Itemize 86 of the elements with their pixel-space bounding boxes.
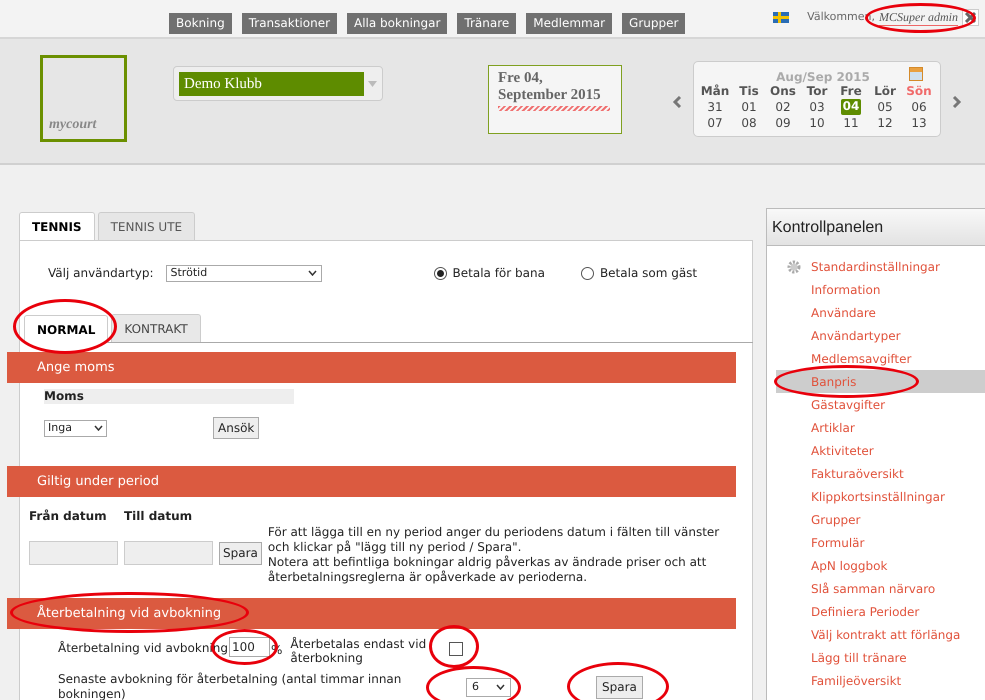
nav-tab[interactable]: Alla bokningar [347, 13, 448, 34]
date-text: Fre 04, [498, 70, 544, 87]
nav-tab[interactable]: Transaktioner [242, 13, 338, 34]
checkbox[interactable] [449, 642, 464, 656]
sidebar-item[interactable]: Slå samman närvaro [776, 577, 985, 600]
nav-tab[interactable]: Tränare [457, 13, 516, 34]
logo-text: mycourt [49, 116, 96, 134]
sidebar-item[interactable]: Definiera Perioder [776, 600, 985, 623]
chevron-icon [308, 270, 317, 276]
weekday-label: Tis [738, 83, 760, 99]
refund-input[interactable]: 100 [229, 637, 270, 657]
field-label: Till datum [124, 508, 192, 525]
save-button[interactable]: Spara [596, 676, 643, 698]
sidebar-item[interactable]: Grupper [776, 508, 985, 531]
sidebar-item[interactable]: Artiklar [776, 416, 985, 439]
court-tab[interactable]: TENNIS [19, 212, 95, 240]
club-select[interactable]: Demo Klubb [173, 66, 383, 101]
sidebar-item[interactable]: Användartyper [776, 324, 985, 347]
weekday-label: Tor [806, 84, 828, 99]
nav-tab[interactable]: Medlemmar [526, 13, 612, 34]
weekday-label: Mån [700, 83, 730, 99]
sidebar-item[interactable]: Medlemsavgifter [776, 347, 985, 370]
sidebar-item[interactable]: Lägg till tränare [776, 646, 985, 669]
save-button[interactable]: Spara [219, 542, 262, 564]
user-name-link[interactable]: MCSuper admin [879, 10, 958, 26]
nav-tab[interactable]: Grupper [622, 13, 686, 34]
chevron-icon [94, 425, 103, 431]
sidebar-title: Kontrollpanelen [767, 209, 985, 246]
chevron-icon [496, 684, 505, 690]
calendar-day[interactable]: 08 [741, 115, 757, 131]
sidebar-item[interactable]: Formulär [776, 531, 985, 554]
sidebar-item[interactable]: Fakturaöversikt [776, 462, 985, 485]
calendar-icon[interactable] [909, 67, 923, 81]
court-tab[interactable]: TENNIS UTE [98, 212, 196, 240]
radio-button[interactable] [434, 266, 447, 280]
sidebar-item[interactable]: Information [776, 278, 985, 301]
calendar-day[interactable]: 06 [911, 99, 927, 115]
calendar-title: Aug/Sep 2015 [776, 71, 870, 83]
weekday-label: Sön [905, 83, 933, 99]
calendar-day[interactable]: 10 [809, 115, 825, 131]
calendar-day[interactable]: 31 [707, 99, 723, 115]
sidebar-item[interactable]: Familjeöversikt [776, 669, 985, 692]
price-tab[interactable]: KONTRAKT [111, 314, 201, 342]
field-label: Återbetalas endast vid återbokning [290, 637, 428, 665]
sidebar-item[interactable]: Välj kontrakt att förlänga [776, 623, 985, 646]
calendar-day[interactable]: 07 [707, 115, 723, 131]
gear-icon [787, 260, 801, 274]
calendar-day[interactable]: 11 [843, 115, 859, 131]
calendar-day[interactable]: 05 [877, 99, 893, 115]
weekday-label: Lör [873, 83, 897, 99]
field-label: Från datum [29, 508, 108, 525]
weekday-label: Fre [839, 83, 863, 99]
sidebar-item[interactable]: Standardinställningar [776, 255, 985, 278]
calendar-day[interactable]: 12 [877, 115, 893, 131]
section-header: Ange moms [7, 352, 736, 383]
price-tab[interactable]: NORMAL [24, 315, 108, 343]
weekday-label: Ons [769, 84, 797, 99]
calendar-day[interactable]: 03 [809, 99, 825, 115]
sidebar-item[interactable]: Klippkortsinställningar [776, 485, 985, 508]
help-text: För att lägga till en ny period anger du periodens datum i fälten till vänster och klickar på "lägg till ny period / Spara". [268, 525, 720, 555]
sidebar-item[interactable]: Gästavgifter [776, 393, 985, 416]
sweden-flag-icon [773, 12, 790, 23]
apply-button[interactable]: Ansök [213, 417, 260, 439]
calendar-day[interactable]: 13 [911, 115, 927, 131]
calendar-day[interactable]: 01 [741, 99, 757, 115]
help-text: Notera att befintliga bokningar aldrig påverkas av ändrade priser och att återbetalningsreglerna är opåverkade av perioderna. [268, 555, 708, 585]
field-label: Välj användartyp: [48, 265, 154, 282]
column-header: Moms [44, 389, 294, 404]
radio-button[interactable] [580, 266, 594, 280]
section-header: Giltig under period [7, 466, 736, 497]
vat-select[interactable]: Inga [44, 420, 107, 436]
sidebar-item[interactable]: ApN loggbok [776, 554, 985, 577]
date-input[interactable] [124, 541, 213, 565]
calendar-day[interactable]: 09 [775, 115, 791, 131]
date-text: September 2015 [498, 87, 602, 104]
nav-tab[interactable]: Bokning [169, 13, 232, 34]
sidebar-item[interactable]: Aktiviteter [776, 439, 985, 462]
sidebar-item[interactable]: Användare [776, 301, 985, 324]
radio-option[interactable]: Betala som gäst [580, 264, 698, 282]
hours-select[interactable]: 6 [466, 678, 511, 696]
caret-icon [368, 80, 377, 86]
user-type-select[interactable]: Strötid [166, 264, 322, 282]
radio-option[interactable]: Betala för bana [434, 264, 545, 282]
date-input[interactable] [29, 541, 118, 565]
calendar-day[interactable]: 04 [840, 99, 862, 115]
calendar-day[interactable]: 02 [775, 99, 791, 115]
